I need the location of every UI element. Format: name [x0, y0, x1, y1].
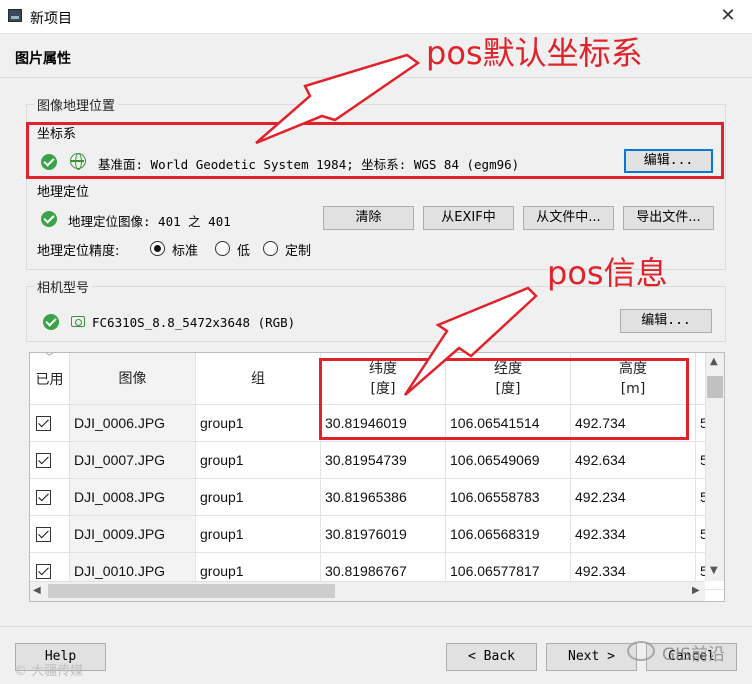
next-button[interactable]: Next >: [546, 643, 637, 671]
watermark-left-text: © 大疆传媒: [14, 664, 84, 679]
watermark-text: GIS前沿: [662, 645, 725, 665]
pos-arrow-icon: [403, 286, 538, 396]
back-button[interactable]: < Back: [446, 643, 537, 671]
wechat-watermark-icon: [627, 641, 655, 661]
annotation-arrows: [255, 53, 538, 396]
footer-divider: [0, 626, 752, 627]
crs-arrow-icon: [255, 53, 421, 145]
